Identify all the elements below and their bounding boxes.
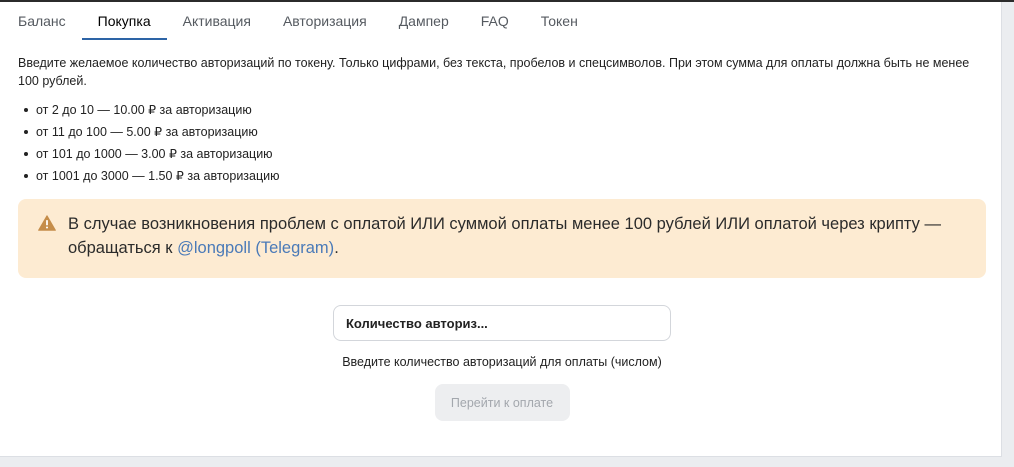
tab-faq[interactable]: FAQ — [465, 2, 525, 40]
tab-dumper[interactable]: Дампер — [383, 2, 465, 40]
main-panel: Баланс Покупка Активация Авторизация Дам… — [0, 2, 1002, 457]
price-list: от 2 до 10 — 10.00 ₽ за авторизацию от 1… — [18, 99, 986, 187]
price-item: от 1001 до 3000 — 1.50 ₽ за авторизацию — [18, 165, 986, 187]
tab-balance[interactable]: Баланс — [0, 2, 82, 40]
tab-bar: Баланс Покупка Активация Авторизация Дам… — [0, 2, 594, 40]
purchase-content: Введите желаемое количество авторизаций … — [18, 54, 986, 187]
alert-text-end: . — [334, 239, 339, 257]
tab-purchase[interactable]: Покупка — [81, 2, 167, 40]
price-item: от 101 до 1000 — 3.00 ₽ за авторизацию — [18, 143, 986, 165]
intro-text: Введите желаемое количество авторизаций … — [18, 56, 970, 88]
payment-warning-alert: В случае возникновения проблем с оплатой… — [18, 199, 986, 278]
tab-token[interactable]: Токен — [525, 2, 594, 40]
price-item: от 2 до 10 — 10.00 ₽ за авторизацию — [18, 99, 986, 121]
tab-activation[interactable]: Активация — [167, 2, 267, 40]
warning-icon — [38, 215, 56, 231]
tab-authorization[interactable]: Авторизация — [267, 2, 383, 40]
go-to-payment-button[interactable]: Перейти к оплате — [434, 384, 570, 421]
auth-quantity-input[interactable] — [333, 305, 671, 341]
quantity-hint: Введите количество авторизаций для оплат… — [342, 355, 662, 369]
purchase-form: Введите количество авторизаций для оплат… — [333, 305, 671, 421]
telegram-contact-link[interactable]: @longpoll (Telegram) — [177, 239, 334, 257]
pay-button-container: Перейти к оплате — [333, 384, 671, 421]
price-item: от 11 до 100 — 5.00 ₽ за авторизацию — [18, 121, 986, 143]
